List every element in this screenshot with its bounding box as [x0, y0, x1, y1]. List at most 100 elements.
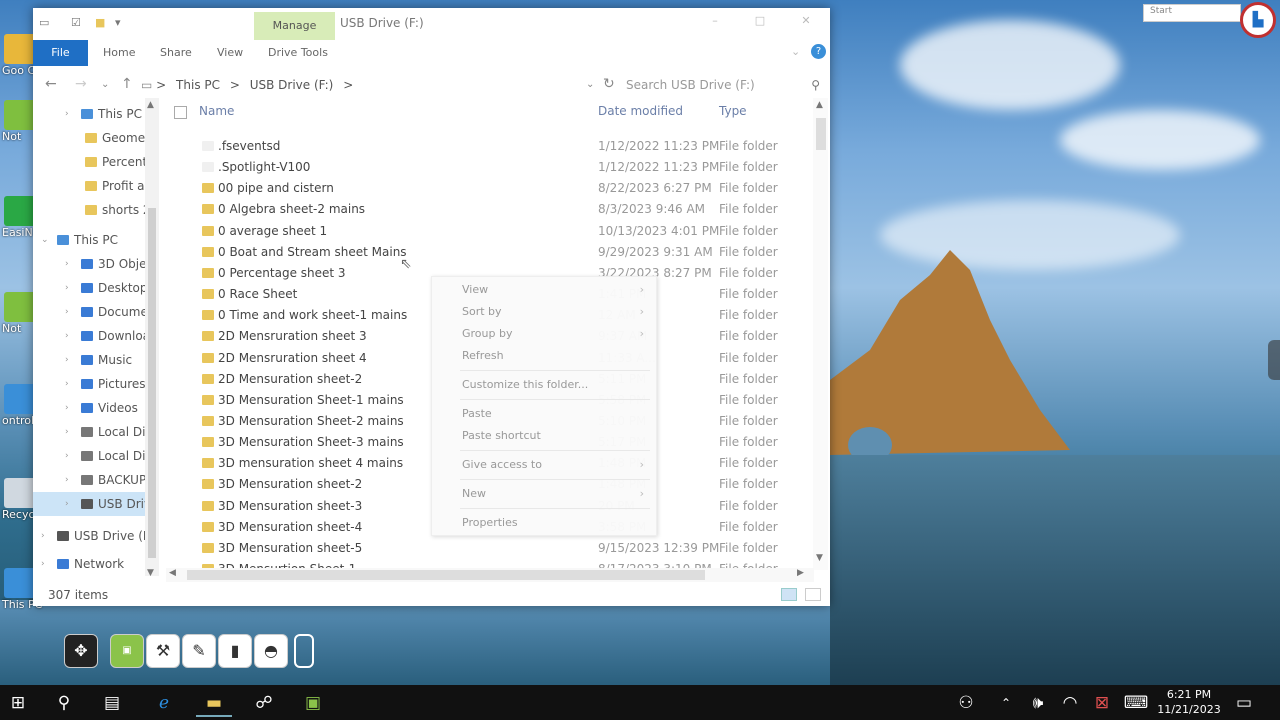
tab-view[interactable]: View — [217, 40, 243, 66]
context-menu-item[interactable]: Customize this folder... — [462, 374, 652, 396]
nav-item[interactable]: ›Local Disk ( — [33, 420, 159, 444]
network-app-icon[interactable]: ☍ — [246, 689, 282, 717]
file-row[interactable]: 0 Algebra sheet-2 mains 8/3/2023 9:46 AM F… — [166, 199, 816, 220]
nav-scroll-up-icon[interactable]: ▲ — [147, 100, 154, 110]
tab-share[interactable]: Share — [160, 40, 192, 66]
maximize-button[interactable]: □ — [750, 14, 770, 27]
file-scroll-thumb[interactable] — [816, 118, 826, 150]
scroll-up-icon[interactable]: ▲ — [816, 100, 823, 110]
start-box[interactable]: Start — [1143, 4, 1241, 22]
nav-item[interactable]: › This PC — [33, 102, 159, 126]
expand-chevron-icon[interactable]: › — [65, 276, 69, 300]
nav-item[interactable]: shorts 208 — [33, 198, 159, 222]
expand-chevron-icon[interactable]: › — [65, 102, 69, 126]
expand-chevron-icon[interactable]: › — [65, 300, 69, 324]
forward-button[interactable]: → — [75, 76, 87, 92]
back-button[interactable]: ← — [45, 76, 57, 92]
context-menu-item[interactable]: Paste — [462, 403, 652, 425]
manage-tab[interactable]: Manage — [254, 12, 335, 40]
nav-item[interactable]: › 3D Objects — [33, 252, 159, 276]
new-folder-icon[interactable]: ■ — [95, 16, 105, 29]
note-app-icon[interactable]: ▣ — [295, 689, 331, 717]
scroll-left-icon[interactable]: ◀ — [169, 568, 176, 578]
expand-chevron-icon[interactable]: › — [41, 524, 45, 548]
refresh-icon[interactable]: ↻ — [603, 76, 615, 92]
toolbar-collapse-icon[interactable] — [294, 634, 314, 668]
file-row[interactable]: 0 average sheet 1 10/13/2023 4:01 PM File … — [166, 221, 816, 242]
up-button[interactable]: ↑ — [121, 76, 133, 92]
expand-ribbon-icon[interactable]: ⌄ — [791, 45, 800, 58]
breadcrumb-usb-drive[interactable]: USB Drive (F:) — [250, 78, 334, 92]
expand-chevron-icon[interactable]: › — [65, 324, 69, 348]
context-menu-item[interactable]: Group by › — [462, 323, 652, 345]
breadcrumb-this-pc[interactable]: This PC — [176, 78, 220, 92]
notifications-icon[interactable]: ▭ — [1226, 689, 1262, 717]
nav-item[interactable]: Percentage — [33, 150, 159, 174]
nav-item[interactable]: ›Documents — [33, 300, 159, 324]
file-row[interactable]: 0 Boat and Stream sheet Mains 9/29/2023 9… — [166, 242, 816, 263]
nav-item[interactable]: › Downloads — [33, 324, 159, 348]
nav-item[interactable]: Geometry S — [33, 126, 159, 150]
note-tool-icon[interactable]: ▣ — [110, 634, 144, 668]
volume-icon[interactable]: 🕪 — [1020, 689, 1056, 717]
nav-scroll-down-icon[interactable]: ▼ — [147, 568, 154, 578]
expand-chevron-icon[interactable]: › — [65, 252, 69, 276]
nav-item[interactable]: › Desktop — [33, 276, 159, 300]
expand-chevron-icon[interactable]: › — [65, 348, 69, 372]
column-date-modified[interactable]: Date modified — [598, 104, 683, 118]
search-icon[interactable]: ⚲ — [46, 689, 82, 717]
expand-chevron-icon[interactable]: › — [65, 468, 69, 492]
clock[interactable]: 6:21 PM 11/21/2023 — [1156, 687, 1222, 717]
nav-item[interactable]: › BACKUP_O — [33, 468, 159, 492]
nav-item[interactable]: › Music — [33, 348, 159, 372]
file-scrollbar[interactable] — [813, 98, 828, 570]
file-row[interactable]: 3D Mensuration sheet-5 9/15/2023 12:39 PM… — [166, 538, 816, 559]
pen-tool-icon[interactable]: ✎ — [182, 634, 216, 668]
keyboard-icon[interactable]: ⌨ — [1118, 689, 1154, 717]
expand-chevron-icon[interactable]: › — [65, 420, 69, 444]
expand-chevron-icon[interactable]: › — [41, 552, 45, 576]
expand-chevron-icon[interactable]: › — [65, 372, 69, 396]
expand-chevron-icon[interactable]: › — [65, 444, 69, 468]
nav-item[interactable]: ›Local Disk ( — [33, 444, 159, 468]
pointer-tool-icon[interactable]: ✥ — [64, 634, 98, 668]
side-handle[interactable] — [1268, 340, 1280, 380]
eraser-tool-icon[interactable]: ◓ — [254, 634, 288, 668]
details-view-icon[interactable] — [781, 588, 797, 601]
expand-chevron-icon[interactable]: ⌄ — [41, 228, 49, 252]
large-icons-view-icon[interactable] — [805, 588, 821, 601]
address-dropdown-icon[interactable]: ⌄ — [586, 79, 594, 90]
tab-file[interactable]: File — [33, 40, 88, 66]
tools-icon[interactable]: ⚒ — [146, 634, 180, 668]
minimize-button[interactable]: – — [705, 14, 725, 27]
context-menu-item[interactable]: New › — [462, 483, 652, 505]
nav-item[interactable]: › Videos — [33, 396, 159, 420]
context-menu-item[interactable]: Properties — [462, 512, 652, 534]
tab-home[interactable]: Home — [103, 40, 135, 66]
nav-item[interactable]: ›USB Drive ( — [33, 492, 159, 516]
marker-tool-icon[interactable]: ▮ — [218, 634, 252, 668]
quick-access-dropdown[interactable]: ▾ — [115, 16, 121, 29]
task-view-icon[interactable]: ▤ — [94, 689, 130, 717]
column-name[interactable]: Name — [199, 104, 234, 118]
file-row[interactable]: .fseventsd 1/12/2022 11:23 PM File folder — [166, 136, 816, 157]
nav-item[interactable]: ⌄ This PC — [33, 228, 159, 252]
start-windows-icon[interactable]: ⊞ — [0, 689, 36, 717]
internet-explorer-icon[interactable]: ℯ — [146, 689, 182, 717]
nav-item[interactable]: › Pictures — [33, 372, 159, 396]
context-menu-item[interactable]: Paste shortcut — [462, 425, 652, 447]
context-menu-item[interactable]: View › — [462, 279, 652, 301]
file-explorer-icon[interactable]: ▬ — [196, 689, 232, 717]
wifi-icon[interactable]: ◠ — [1052, 689, 1088, 717]
address-bar[interactable]: ▭ > This PC > USB Drive (F:) > — [141, 72, 593, 98]
nav-item[interactable]: › Network — [33, 552, 159, 576]
context-menu-item[interactable]: Sort by › — [462, 301, 652, 323]
expand-chevron-icon[interactable]: › — [65, 492, 69, 516]
scroll-right-icon[interactable]: ▶ — [797, 568, 804, 578]
context-menu-item[interactable]: Give access to › — [462, 454, 652, 476]
horizontal-scroll-thumb[interactable] — [187, 570, 705, 580]
security-icon[interactable]: ⊠ — [1084, 689, 1120, 717]
chevron-up-icon[interactable]: ⌃ — [988, 689, 1024, 717]
select-all-checkbox[interactable] — [174, 106, 187, 119]
nav-item[interactable]: › USB Drive (F — [33, 524, 159, 548]
